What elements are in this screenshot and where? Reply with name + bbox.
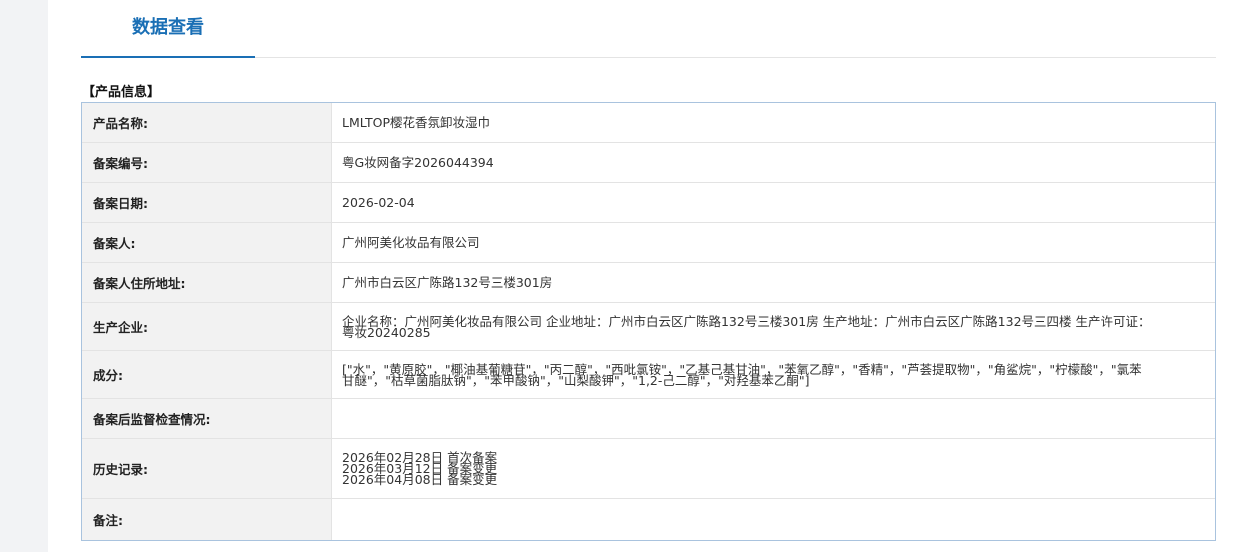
value-product-name: LMLTOP樱花香氛卸妆湿巾 (342, 115, 491, 130)
row-manufacturer: 生产企业: 企业名称：广州阿美化妆品有限公司 企业地址：广州市白云区广陈路132… (82, 303, 1215, 351)
value-history: 2026年02月28日 首次备案 2026年03月12日 备案变更 2026年0… (332, 439, 1215, 498)
row-product-name: 产品名称: LMLTOP樱花香氛卸妆湿巾 (82, 103, 1215, 143)
row-history: 历史记录: 2026年02月28日 首次备案 2026年03月12日 备案变更 … (82, 439, 1215, 499)
tab-data-view[interactable]: 数据查看 (81, 0, 255, 58)
value-manufacturer: 企业名称：广州阿美化妆品有限公司 企业地址：广州市白云区广陈路132号三楼301… (342, 313, 1151, 340)
label-ingredients: 成分: (82, 351, 332, 398)
row-record-date: 备案日期: 2026-02-04 (82, 183, 1215, 223)
label-registrant-address: 备案人住所地址: (82, 263, 332, 302)
row-registrant-address: 备案人住所地址: 广州市白云区广陈路132号三楼301房 (82, 263, 1215, 303)
label-record-number: 备案编号: (82, 143, 332, 182)
row-ingredients: 成分: ["水"，"黄原胶"，"椰油基葡糖苷"，"丙二醇"，"西吡氯铵"，"乙基… (82, 351, 1215, 399)
value-record-number: 粤G妆网备字2026044394 (342, 155, 494, 170)
label-manufacturer: 生产企业: (82, 303, 332, 350)
label-history: 历史记录: (82, 439, 332, 498)
value-inspection (332, 399, 1215, 438)
label-product-name: 产品名称: (82, 103, 332, 142)
value-remarks (332, 499, 1215, 540)
value-record-date: 2026-02-04 (342, 195, 415, 210)
history-entry: 2026年04月08日 备案变更 (342, 472, 498, 487)
row-inspection: 备案后监督检查情况: (82, 399, 1215, 439)
main-content: 数据查看 【产品信息】 产品名称: LMLTOP樱花香氛卸妆湿巾 备案编号: 粤… (48, 0, 1241, 552)
row-registrant: 备案人: 广州阿美化妆品有限公司 (82, 223, 1215, 263)
label-record-date: 备案日期: (82, 183, 332, 222)
page: 数据查看 【产品信息】 产品名称: LMLTOP樱花香氛卸妆湿巾 备案编号: 粤… (0, 0, 1241, 552)
row-record-number: 备案编号: 粤G妆网备字2026044394 (82, 143, 1215, 183)
row-remarks: 备注: (82, 499, 1215, 540)
label-inspection: 备案后监督检查情况: (82, 399, 332, 438)
label-remarks: 备注: (82, 499, 332, 540)
section-title-product-info: 【产品信息】 (82, 85, 161, 100)
label-registrant: 备案人: (82, 223, 332, 262)
value-registrant: 广州阿美化妆品有限公司 (342, 235, 480, 250)
value-registrant-address: 广州市白云区广陈路132号三楼301房 (342, 275, 553, 290)
product-info-table: 产品名称: LMLTOP樱花香氛卸妆湿巾 备案编号: 粤G妆网备字2026044… (81, 102, 1216, 541)
value-ingredients: ["水"，"黄原胶"，"椰油基葡糖苷"，"丙二醇"，"西吡氯铵"，"乙基己基甘油… (342, 361, 1142, 388)
tab-bar: 数据查看 (81, 0, 1216, 58)
